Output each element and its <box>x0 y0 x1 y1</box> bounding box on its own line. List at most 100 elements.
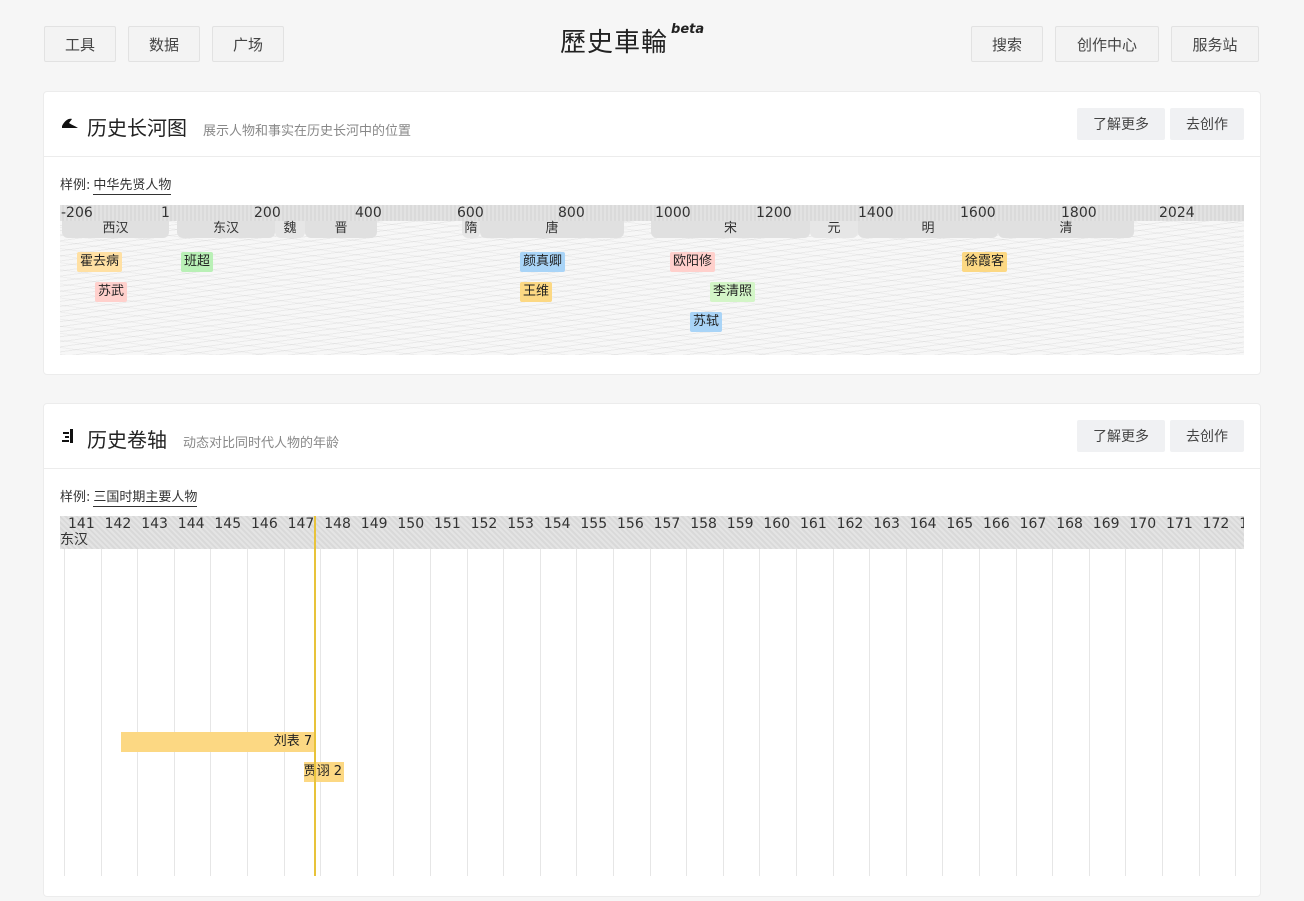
year-tick: 149 <box>360 516 388 532</box>
year-gridline <box>137 549 139 876</box>
site-logo[interactable]: 歷史車輪 beta <box>560 22 704 59</box>
dynasty-yuan: 元 <box>810 221 858 238</box>
year-tick: 151 <box>434 516 461 532</box>
year-gridline <box>1125 549 1127 876</box>
river-learn-more-button[interactable]: 了解更多 <box>1077 108 1165 140</box>
example-label: 样例: <box>60 178 91 193</box>
person-tag[interactable]: 苏轼 <box>690 312 723 332</box>
year-gridline <box>1198 549 1200 876</box>
year-tick: 171 <box>1166 516 1193 532</box>
river-example: 样例: 中华先贤人物 <box>60 174 172 195</box>
era-label: 东汉 <box>60 532 88 548</box>
person-tag[interactable]: 王维 <box>520 282 553 302</box>
year-gridline <box>247 549 248 876</box>
dynasty-western-han: 西汉 <box>62 221 169 238</box>
year-tick: 159 <box>726 516 754 532</box>
example-link-three-kingdoms[interactable]: 三国时期主要人物 <box>93 490 198 507</box>
scroll-create-button[interactable]: 去创作 <box>1170 420 1244 452</box>
nav-tools-button[interactable]: 工具 <box>44 26 116 62</box>
example-link-sages[interactable]: 中华先贤人物 <box>93 178 172 195</box>
nav-creation-center-button[interactable]: 创作中心 <box>1055 26 1159 62</box>
year-tick: 1 <box>1239 516 1244 532</box>
scroll-icon <box>60 426 82 446</box>
year-tick: 143 <box>141 516 168 532</box>
year-gridline <box>613 549 614 876</box>
scroll-learn-more-button[interactable]: 了解更多 <box>1077 420 1165 452</box>
current-year-cursor[interactable] <box>314 516 317 876</box>
river-tick: 800 <box>558 205 585 221</box>
year-tick: 153 <box>507 516 534 532</box>
year-gridline <box>832 549 834 876</box>
year-tick: 142 <box>104 516 132 532</box>
river-chart[interactable]: -206 1 200 400 600 800 1000 1200 1400 16… <box>60 205 1244 355</box>
dynasty-eastern-han: 东汉 <box>177 221 275 238</box>
year-tick: 146 <box>251 516 278 532</box>
river-create-button[interactable]: 去创作 <box>1170 108 1244 140</box>
nav-search-button[interactable]: 搜索 <box>971 26 1043 62</box>
scroll-example: 样例: 三国时期主要人物 <box>60 486 198 507</box>
year-gridline <box>1162 549 1163 876</box>
year-gridline <box>649 549 651 876</box>
year-gridline <box>100 549 102 876</box>
example-label: 样例: <box>60 490 91 505</box>
river-tick: 2024 <box>1159 205 1195 221</box>
year-gridline <box>430 549 431 876</box>
river-tick: 400 <box>355 205 382 221</box>
year-gridline <box>356 549 358 876</box>
scroll-card: 历史卷轴 动态对比同时代人物的年龄 了解更多 去创作 样例: 三国时期主要人物 1… <box>43 403 1261 897</box>
year-gridline <box>942 549 944 876</box>
year-tick: 145 <box>214 516 242 532</box>
year-gridline <box>466 549 468 876</box>
year-tick: 157 <box>653 516 681 532</box>
person-tag[interactable]: 欧阳修 <box>670 252 716 272</box>
year-gridline <box>686 549 688 876</box>
year-gridline <box>1052 549 1054 876</box>
river-tick: 1400 <box>858 205 894 221</box>
year-tick: 156 <box>617 516 644 532</box>
year-gridline <box>979 549 980 876</box>
year-gridline <box>722 549 724 876</box>
year-tick: 166 <box>983 516 1010 532</box>
scroll-card-title: 历史卷轴 <box>87 428 167 452</box>
nav-plaza-button[interactable]: 广场 <box>212 26 284 62</box>
person-tag[interactable]: 李清照 <box>710 282 756 302</box>
year-gridline <box>576 549 578 876</box>
nav-data-button[interactable]: 数据 <box>128 26 200 62</box>
dynasty-wei: 魏 <box>275 221 305 238</box>
dynasty-sui: 隋 <box>462 221 480 238</box>
year-tick: 168 <box>1056 516 1083 532</box>
logo-text: 歷史車輪 <box>560 28 669 58</box>
year-gridline <box>1235 549 1237 876</box>
river-tick: 1600 <box>960 205 996 221</box>
year-tick: 148 <box>324 516 351 532</box>
year-gridline <box>796 549 797 876</box>
brush-icon <box>60 114 82 134</box>
year-gridline <box>759 549 761 876</box>
year-tick: 160 <box>763 516 791 532</box>
river-card-title: 历史长河图 <box>87 116 187 140</box>
scroll-timeline[interactable]: 141 142 143 144 145 146 147 148 149 150 151 152 153 1… <box>60 516 1244 876</box>
person-age-bar[interactable]: 刘表 7 <box>120 732 315 752</box>
year-tick: 158 <box>690 516 717 532</box>
nav-service-station-button[interactable]: 服务站 <box>1171 26 1259 62</box>
person-tag[interactable]: 班超 <box>181 252 214 272</box>
scroll-card-subtitle: 动态对比同时代人物的年龄 <box>183 436 340 451</box>
year-tick: 147 <box>287 516 315 532</box>
year-tick: 169 <box>1092 516 1120 532</box>
year-tick: 152 <box>470 516 498 532</box>
year-gridline <box>210 549 212 876</box>
year-gridline <box>393 549 395 876</box>
person-tag[interactable]: 霍去病 <box>77 252 123 272</box>
year-gridline <box>503 549 505 876</box>
person-age-bar[interactable]: 贾诩 2 <box>303 762 344 782</box>
river-tick: 1200 <box>756 205 792 221</box>
river-card-subtitle: 展示人物和事实在历史长河中的位置 <box>203 124 412 139</box>
dynasty-song: 宋 <box>651 221 810 238</box>
dynasty-ming: 明 <box>858 221 998 238</box>
year-tick: 172 <box>1202 516 1230 532</box>
year-gridline <box>283 549 285 876</box>
dynasty-qing: 清 <box>998 221 1134 238</box>
person-tag[interactable]: 苏武 <box>95 282 128 302</box>
person-tag[interactable]: 徐霞客 <box>962 252 1008 272</box>
person-tag[interactable]: 颜真卿 <box>520 252 566 272</box>
